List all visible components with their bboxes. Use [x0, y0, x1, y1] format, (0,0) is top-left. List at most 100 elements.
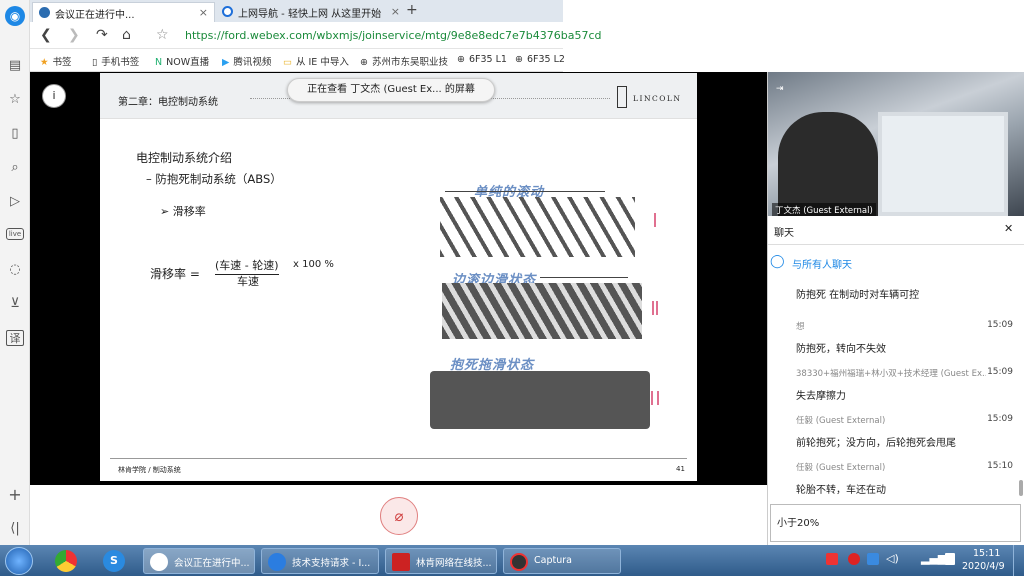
chat-message: 任毅 (Guest External) 15:09 前轮抱死；没方向，后轮抱死会…: [796, 414, 1013, 449]
search-icon[interactable]: ⌕: [6, 160, 24, 176]
tab-label: 会议正在进行中...: [55, 10, 135, 21]
clock-time[interactable]: 15:11: [973, 548, 1000, 559]
add-icon[interactable]: +: [6, 487, 24, 503]
globe-icon: ⊕: [457, 54, 465, 65]
ie-icon: [222, 6, 233, 17]
tray-sogou-icon[interactable]: [826, 553, 838, 565]
slide-bullet: ➢ 滑移率: [160, 205, 206, 218]
taskbar-item[interactable]: 技术支持请求 - I...: [261, 548, 379, 574]
tray-shield-icon[interactable]: [867, 553, 879, 565]
chat-input[interactable]: 小于20%: [770, 504, 1021, 542]
back-icon[interactable]: ❮: [40, 27, 52, 43]
start-button[interactable]: [5, 547, 33, 575]
url-field[interactable]: https://ford.webex.com/wbxmjs/joinservic…: [185, 29, 602, 42]
cart-icon[interactable]: ⊻: [6, 296, 24, 312]
mute-button[interactable]: ⌀: [380, 497, 418, 535]
app-sidebar: ◉ ▤ ☆ ▯ ⌕ ▷ live ◌ ⊻ 译 + ⟨|: [0, 0, 30, 545]
bookmark-star-icon[interactable]: ☆: [156, 27, 169, 43]
rolling-track-image: [440, 197, 635, 257]
tab-navigation[interactable]: 上网导航 - 轻快上网 从这里开始 ×: [216, 2, 406, 22]
bookmark-item[interactable]: ⊕ 6F35 L1: [457, 54, 507, 65]
taskbar-item[interactable]: 会议正在进行中...: [143, 548, 255, 574]
slide-title: 电控制动系统介绍: [136, 151, 233, 165]
bookmark-item[interactable]: ⊕ 苏州市东吴职业技: [360, 54, 448, 68]
participant-video: ⇥ 丁文杰 (Guest External): [768, 72, 1024, 216]
close-tab-icon[interactable]: ×: [199, 6, 208, 19]
footer-divider: [110, 458, 687, 459]
phone-icon: ▯: [92, 57, 98, 68]
chat-scrollbar[interactable]: [1019, 480, 1023, 496]
person-silhouette: [778, 112, 878, 216]
bookmark-item[interactable]: ★ 书签: [40, 54, 72, 68]
chat-message: 防抱死 在制动时对车辆可控: [796, 290, 920, 301]
tray-record-icon[interactable]: [848, 553, 860, 565]
captura-icon: [510, 553, 528, 571]
webex-icon: [39, 7, 50, 18]
pdf-icon: [392, 553, 410, 571]
chrome-icon[interactable]: [55, 550, 77, 572]
slide-chapter: 第二章：电控制动系统: [118, 97, 218, 108]
meeting-info-button[interactable]: i: [42, 84, 66, 108]
tray-volume-icon[interactable]: ◁): [886, 552, 899, 565]
chat-input-text: 小于20%: [777, 518, 820, 529]
tab-meeting[interactable]: 会议正在进行中... ×: [32, 2, 215, 22]
video-icon[interactable]: ▷: [6, 194, 24, 210]
show-desktop-button[interactable]: [1013, 545, 1024, 576]
star-icon: ★: [40, 57, 49, 68]
marker: [654, 213, 656, 227]
chat-message: 38330+福州福瑞+林小双+技术经理 (Guest Ex... 15:09 失…: [796, 367, 1013, 402]
globe-icon: ⊕: [515, 54, 523, 65]
bookmark-item[interactable]: ▭ 从 IE 中导入: [283, 54, 349, 68]
expand-icon[interactable]: ⇥: [776, 84, 784, 94]
locked-track-image: [430, 371, 650, 429]
folder-icon: ▭: [283, 57, 292, 68]
url-text: https://ford.webex.com/wbxmjs/joinservic…: [185, 29, 602, 42]
bookmark-item[interactable]: ⊕ 6F35 L2: [515, 54, 565, 65]
browser-s-icon[interactable]: S: [103, 550, 125, 572]
tab-label: 上网导航 - 轻快上网 从这里开始: [238, 9, 382, 20]
tray-signal-icon[interactable]: ▂▄▆: [921, 552, 946, 565]
tray-network-icon[interactable]: [945, 553, 955, 565]
slipping-track-image: [442, 283, 642, 339]
chat-recipient[interactable]: ◯ 与所有人聊天: [768, 252, 1024, 274]
share-banner: 正在查看 丁文杰 (Guest Ex... 的屏幕: [287, 78, 495, 102]
formula-tail: x 100 %: [293, 259, 334, 270]
taskbar-item[interactable]: 林肯网络在线技...: [385, 548, 497, 574]
chat-message: 想 15:09 防抱死，转向不失效: [796, 320, 1013, 355]
star-icon[interactable]: ☆: [6, 92, 24, 108]
browser-logo-icon[interactable]: ◉: [5, 6, 25, 26]
translate-icon[interactable]: 译: [6, 330, 24, 346]
book-icon[interactable]: ▯: [6, 126, 24, 142]
slide-footer: 林肯学院 / 制动系统: [118, 466, 181, 474]
collapse-icon[interactable]: ⟨|: [6, 521, 24, 537]
chat-message: 任毅 (Guest External) 15:10 轮胎不转，车还在动: [796, 461, 1013, 496]
forward-icon[interactable]: ❯: [68, 27, 80, 43]
formula-denominator: 车速: [237, 275, 259, 288]
bookmark-item[interactable]: N NOW直播: [155, 54, 209, 68]
bookmarks-bar: ★ 书签 ▯ 手机书签 N NOW直播 ▶ 腾讯视频 ▭ 从 IE 中导入 ⊕ 苏州市东吴职…: [30, 49, 565, 72]
refresh-icon[interactable]: ↷: [96, 27, 108, 43]
notes-icon[interactable]: ▤: [6, 58, 24, 74]
arrow-icon: [445, 191, 605, 192]
participant-name: 丁文杰 (Guest External): [772, 203, 876, 216]
close-chat-icon[interactable]: ✕: [1004, 222, 1013, 235]
taskbar: S 会议正在进行中... 技术支持请求 - I... 林肯网络在线技... Ca…: [0, 545, 1024, 576]
lincoln-logo-icon: [617, 86, 627, 108]
live-icon[interactable]: live: [6, 228, 24, 240]
formula-label: 滑移率 =: [150, 267, 200, 281]
shared-slide: 第二章：电控制动系统 LINCOLN 电控制动系统介绍 – 防抱死制动系统（AB…: [100, 73, 697, 481]
window-in-video: [878, 112, 1008, 216]
home-icon[interactable]: ⌂: [122, 27, 131, 43]
ie-icon: [268, 553, 286, 571]
close-tab-icon[interactable]: ×: [391, 5, 400, 18]
now-icon: N: [155, 57, 163, 68]
chat-bubble-icon[interactable]: ◌: [6, 262, 24, 278]
slide-subtitle: – 防抱死制动系统（ABS）: [146, 172, 282, 186]
clock-date[interactable]: 2020/4/9: [962, 561, 1005, 572]
new-tab-button[interactable]: +: [406, 2, 418, 18]
chat-bubble-icon: ◯: [770, 254, 785, 269]
bookmark-item[interactable]: ▯ 手机书签: [92, 54, 139, 68]
arrow-icon: [540, 277, 628, 278]
taskbar-item[interactable]: Captura: [503, 548, 621, 574]
bookmark-item[interactable]: ▶ 腾讯视频: [222, 54, 271, 68]
